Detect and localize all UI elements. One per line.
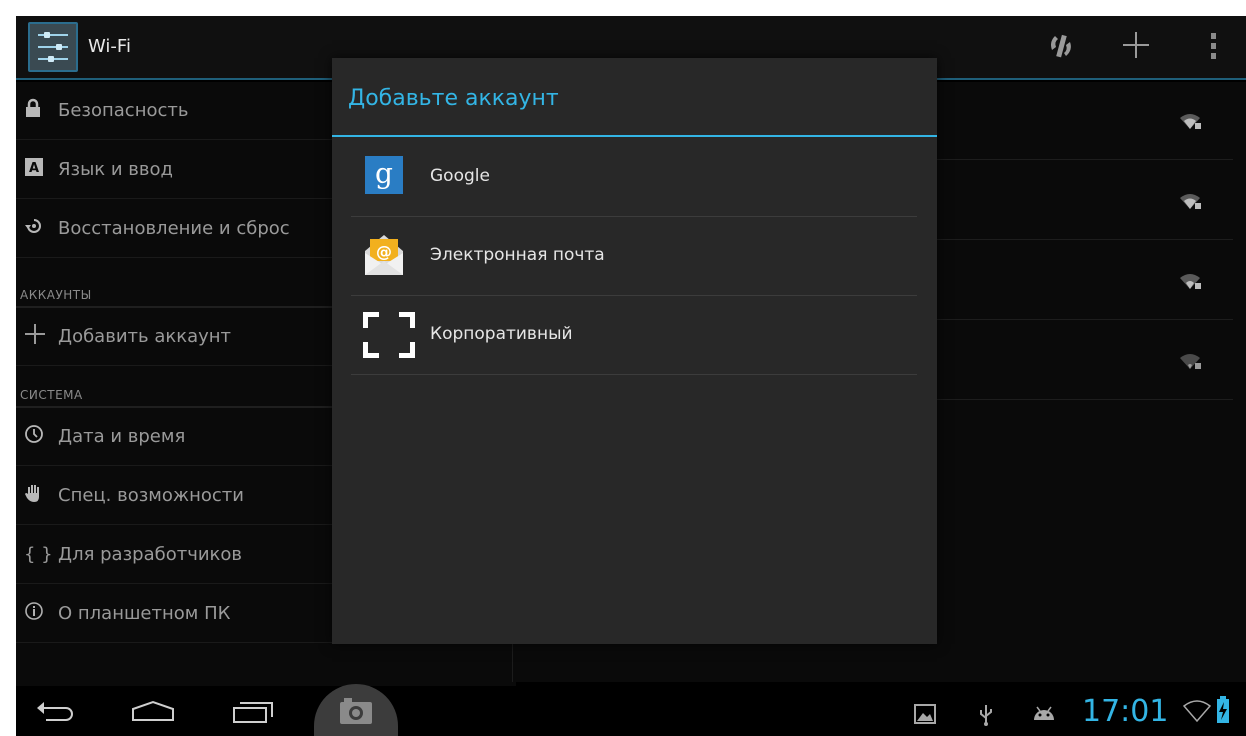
account-option-label: Корпоративный bbox=[430, 324, 573, 344]
status-clock[interactable]: 17:01 bbox=[1082, 694, 1168, 729]
section-header-system: СИСТЕМА bbox=[20, 388, 83, 402]
braces-icon: { } bbox=[24, 544, 53, 565]
gallery-notification-icon[interactable] bbox=[914, 704, 936, 728]
hand-icon bbox=[16, 482, 58, 509]
keyboard-icon: A bbox=[16, 157, 58, 182]
account-option-corporate[interactable]: Корпоративный bbox=[351, 296, 917, 375]
android-debug-icon[interactable] bbox=[1032, 704, 1056, 726]
sidebar-item-label: Дата и время bbox=[58, 426, 186, 447]
overflow-menu-icon[interactable] bbox=[1208, 30, 1218, 69]
corporate-icon bbox=[363, 312, 415, 358]
svg-text:A: A bbox=[29, 161, 39, 176]
sidebar-item-label: Безопасность bbox=[58, 100, 189, 121]
action-bar-title: Wi-Fi bbox=[88, 36, 131, 57]
sidebar-item-label: Для разработчиков bbox=[58, 544, 243, 565]
info-icon bbox=[16, 601, 58, 626]
tablet-screen: Wi-Fi Безопасность A Язык и ввод Восстан… bbox=[16, 16, 1246, 736]
section-header-accounts: АККАУНТЫ bbox=[20, 288, 92, 302]
recents-icon[interactable] bbox=[232, 700, 274, 728]
add-account-dialog: Добавьте аккаунт g Google @ Электронная … bbox=[332, 58, 937, 644]
wifi-locked-icon bbox=[1180, 354, 1201, 369]
sidebar-item-label: Язык и ввод bbox=[58, 159, 173, 180]
back-icon[interactable] bbox=[36, 700, 76, 726]
account-option-email[interactable]: @ Электронная почта bbox=[351, 217, 917, 296]
lock-icon bbox=[16, 98, 58, 123]
account-option-label: Электронная почта bbox=[430, 245, 605, 265]
sidebar-item-label: Добавить аккаунт bbox=[58, 326, 232, 347]
dialog-title: Добавьте аккаунт bbox=[348, 86, 559, 111]
google-icon: g bbox=[365, 156, 403, 194]
battery-charging-icon[interactable] bbox=[1216, 696, 1230, 728]
plus-icon bbox=[16, 323, 58, 350]
wifi-locked-icon bbox=[1180, 274, 1201, 289]
sidebar-item-label: Восстановление и сброс bbox=[58, 218, 290, 239]
email-icon: @ bbox=[365, 235, 403, 275]
usb-icon[interactable] bbox=[978, 704, 994, 730]
sidebar-item-label: Спец. возможности bbox=[58, 485, 244, 506]
wps-icon[interactable] bbox=[1046, 30, 1076, 69]
wifi-locked-icon bbox=[1180, 194, 1201, 209]
dialog-title-divider bbox=[332, 135, 937, 137]
sidebar-item-label: О планшетном ПК bbox=[58, 603, 231, 624]
account-option-label: Google bbox=[430, 166, 490, 186]
wifi-status-icon[interactable] bbox=[1182, 700, 1212, 726]
email-at-glyph: @ bbox=[376, 242, 392, 261]
screenshot-camera-icon[interactable] bbox=[314, 684, 398, 736]
home-icon[interactable] bbox=[130, 700, 176, 726]
settings-sliders-icon[interactable] bbox=[28, 22, 78, 72]
system-nav-bar: 17:01 bbox=[16, 684, 1246, 736]
clock-icon bbox=[16, 424, 58, 449]
restore-icon bbox=[16, 216, 58, 241]
wifi-locked-icon bbox=[1180, 114, 1201, 129]
account-option-google[interactable]: g Google bbox=[351, 138, 917, 217]
add-icon[interactable] bbox=[1121, 30, 1151, 67]
